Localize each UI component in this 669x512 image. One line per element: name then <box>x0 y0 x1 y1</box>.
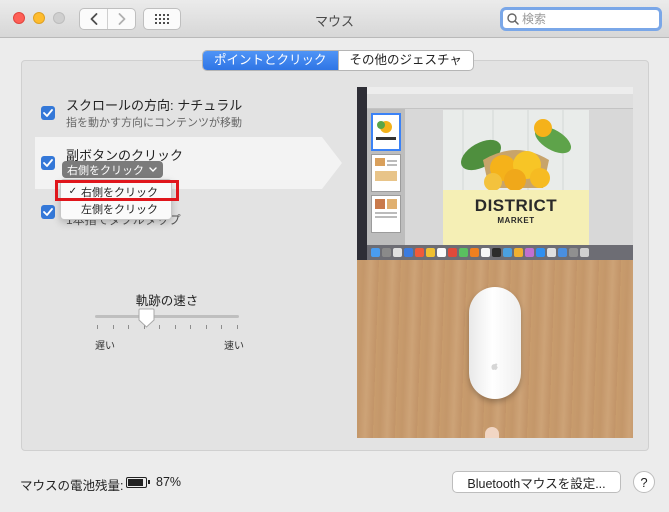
annotation-red-box <box>55 180 179 201</box>
search-field[interactable] <box>500 7 662 31</box>
slider-tick <box>205 325 207 329</box>
secondary-click-selected: 右側をクリック <box>67 164 144 177</box>
checkmark-icon <box>43 208 53 216</box>
slider-tick <box>190 325 192 329</box>
tab-bar: ポイントとクリック その他のジェスチャ <box>202 50 474 71</box>
slider-tick <box>221 325 223 329</box>
slider-tick <box>174 325 176 329</box>
preview-doc-subtitle: MARKET <box>497 216 535 225</box>
secondary-click-checkbox[interactable] <box>41 156 55 170</box>
scroll-direction-label: スクロールの方向: ナチュラル <box>66 98 243 113</box>
smart-zoom-checkbox[interactable] <box>41 205 55 219</box>
slider-tick <box>97 325 98 329</box>
checkmark-icon <box>43 159 53 167</box>
menu-item-label: 左側をクリック <box>81 203 158 216</box>
search-icon <box>507 13 519 25</box>
tracking-speed-track[interactable] <box>95 315 239 318</box>
slider-tick <box>237 325 238 329</box>
magic-mouse-image <box>469 287 521 399</box>
battery-percentage: 87% <box>156 475 182 489</box>
slider-min-label: 遅い <box>95 341 115 352</box>
slider-tick <box>159 325 161 329</box>
preview-dock <box>367 245 633 260</box>
scroll-direction-checkbox[interactable] <box>41 106 55 120</box>
slider-tick <box>128 325 130 329</box>
tab-more-gestures[interactable]: その他のジェスチャ <box>337 51 473 70</box>
tracking-speed-thumb[interactable] <box>138 308 155 328</box>
menu-item-click-left[interactable]: 左側をクリック <box>61 200 171 217</box>
battery-icon <box>126 477 150 488</box>
setup-bluetooth-mouse-button[interactable]: Bluetoothマウスを設定... <box>452 471 621 493</box>
gesture-preview-image: DISTRICT MARKET <box>357 87 633 438</box>
preview-document: DISTRICT MARKET <box>443 110 589 245</box>
tab-point-and-click[interactable]: ポイントとクリック <box>203 51 338 70</box>
highlight-pointer <box>322 137 342 189</box>
title-bar: マウス <box>0 0 669 38</box>
battery-level-fill <box>128 479 143 486</box>
apple-logo-icon <box>491 363 498 370</box>
preview-screen: DISTRICT MARKET <box>357 87 633 260</box>
slider-thumb-icon <box>138 308 154 328</box>
secondary-click-popup[interactable]: 右側をクリック <box>62 161 163 178</box>
scroll-direction-description: 指を動かす方向にコンテンツが移動 <box>66 117 242 129</box>
chevron-down-icon <box>149 167 157 172</box>
slider-max-label: 速い <box>224 341 244 352</box>
tracking-speed-title: 軌跡の速さ <box>135 294 199 308</box>
preview-doc-title: DISTRICT <box>474 196 558 215</box>
checkmark-icon <box>43 109 53 117</box>
slider-tick <box>112 325 114 329</box>
search-input[interactable] <box>522 12 652 26</box>
preview-finger <box>485 427 499 438</box>
help-button[interactable]: ? <box>633 471 655 493</box>
battery-label: マウスの電池残量: <box>20 479 124 493</box>
